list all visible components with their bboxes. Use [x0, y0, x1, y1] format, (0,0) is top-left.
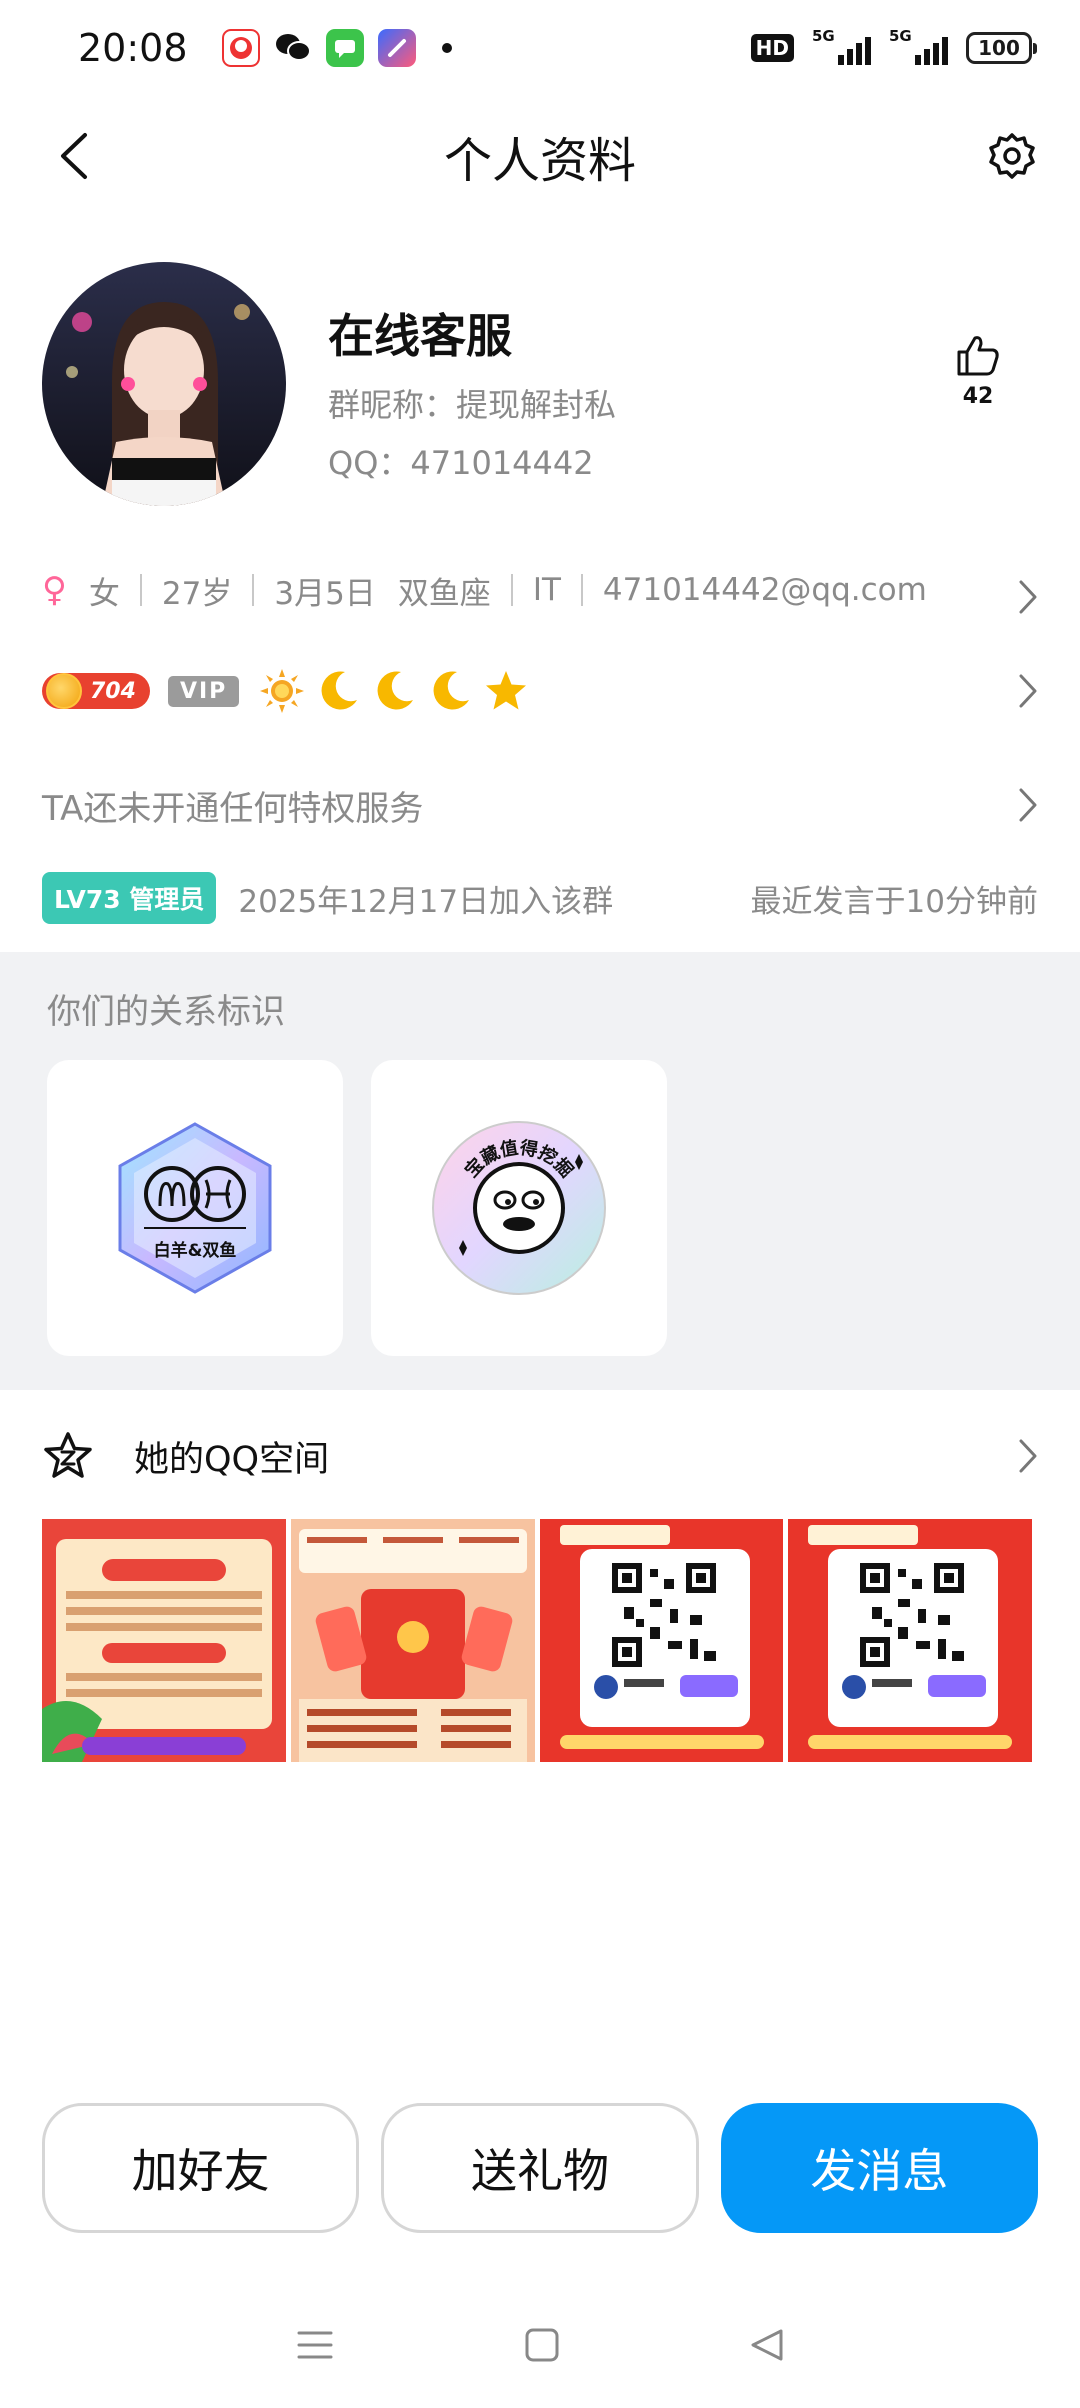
group-level-tag: LV73 管理员: [42, 872, 217, 924]
zodiac-pair-badge-icon: 白羊&双鱼: [118, 1122, 272, 1294]
relationship-section: 你们的关系标识 白羊&双鱼 宝藏值得挖掘: [0, 952, 1080, 1390]
like-button[interactable]: 42: [918, 332, 1038, 409]
basic-info-row[interactable]: ♀ 女 27岁 3月5日 双鱼座 IT 471014442@qq.com: [42, 555, 1038, 625]
vip-badge: VIP: [167, 675, 240, 707]
qzone-photo[interactable]: [539, 1519, 784, 1762]
status-time: 20:08: [78, 26, 188, 70]
treasure-smiley-badge-icon: 宝藏值得挖掘: [432, 1121, 606, 1295]
app-icon: [377, 29, 416, 67]
divider: [139, 574, 142, 606]
chevron-right-icon: [1019, 580, 1037, 614]
qzone-photo[interactable]: [42, 1519, 286, 1762]
battery-icon: 100: [966, 32, 1037, 64]
avatar[interactable]: [42, 262, 286, 506]
app-notification-icon: [221, 29, 260, 67]
qzone-title: 她的QQ空间: [134, 1439, 330, 1480]
relationship-title: 你们的关系标识: [47, 992, 285, 1032]
qzone-star-icon: [44, 1432, 92, 1478]
back-nav-icon[interactable]: [749, 2327, 785, 2363]
back-arrow-icon: [61, 133, 87, 179]
birthday-text: 3月5日: [274, 575, 376, 612]
nickname: 在线客服: [328, 309, 512, 363]
status-notification-icons: [221, 29, 452, 67]
qq-level-badge: 704: [42, 673, 150, 709]
industry-text: IT: [532, 572, 561, 608]
age-text: 27岁: [161, 575, 233, 612]
qq-number[interactable]: QQ：471014442: [328, 438, 616, 484]
menu-icon[interactable]: [295, 2327, 335, 2363]
svg-text:白羊&双鱼: 白羊&双鱼: [154, 1240, 237, 1261]
qzone-photo-strip: [42, 1519, 1032, 1762]
bottom-actions: 加好友 送礼物 发消息: [42, 2103, 1039, 2233]
system-nav-bar: [0, 2300, 1080, 2390]
level-badges-row[interactable]: 704 VIP: [42, 660, 1038, 722]
divider: [580, 574, 583, 606]
gender-text: 女: [88, 575, 120, 612]
gear-icon: [989, 133, 1035, 179]
divider: [510, 574, 513, 606]
back-button[interactable]: [42, 124, 106, 188]
privilege-text: TA还未开通任何特权服务: [42, 788, 424, 829]
relationship-card-zodiac[interactable]: 白羊&双鱼: [47, 1060, 343, 1356]
page-title: 个人资料: [443, 133, 636, 189]
name-block: 在线客服 群昵称：提现解封私 QQ：471014442: [328, 300, 616, 484]
chevron-right-icon: [1019, 674, 1037, 708]
level-number: 704: [90, 678, 136, 704]
female-icon: ♀: [42, 570, 67, 610]
status-indicators: HD 5G 5G 100: [750, 27, 1037, 65]
wechat-icon: [274, 29, 312, 67]
more-notifications-dot: [441, 43, 452, 53]
home-icon[interactable]: [524, 2327, 560, 2363]
qzone-photo[interactable]: [788, 1519, 1032, 1762]
qzone-row[interactable]: 她的QQ空间: [42, 1420, 1038, 1492]
hd-badge: HD: [750, 34, 794, 62]
messages-icon: [325, 29, 364, 67]
status-bar: 20:08 HD 5G 5G 100: [0, 0, 1080, 96]
level-coin-icon: [46, 673, 82, 709]
title-bar: 个人资料: [0, 96, 1080, 216]
thumbs-up-icon: [957, 336, 999, 376]
zodiac-text: 双鱼座: [397, 575, 491, 612]
divider: [252, 574, 255, 606]
recent-activity-text: 最近发言于10分钟前: [750, 883, 1038, 920]
moon-icon: [321, 671, 358, 710]
moon-icon: [433, 671, 470, 710]
moon-icon: [377, 671, 414, 710]
level-icons: [259, 668, 529, 714]
group-info-row: LV73 管理员 2025年12月17日加入该群 最近发言于10分钟前: [42, 870, 1038, 926]
qzone-photo[interactable]: [290, 1519, 535, 1762]
sun-icon: [260, 669, 305, 713]
chevron-right-icon: [1019, 788, 1037, 822]
relationship-card-treasure[interactable]: 宝藏值得挖掘: [371, 1060, 667, 1356]
add-friend-button[interactable]: 加好友: [42, 2103, 360, 2233]
privilege-row[interactable]: TA还未开通任何特权服务: [42, 770, 1038, 840]
chevron-right-icon: [1019, 1439, 1037, 1473]
email-text: 471014442@qq.com: [602, 572, 927, 608]
star-icon: [486, 671, 527, 710]
settings-button[interactable]: [980, 124, 1044, 188]
send-gift-button[interactable]: 送礼物: [381, 2103, 699, 2233]
join-date-text: 2025年12月17日加入该群: [238, 883, 614, 920]
send-message-button[interactable]: 发消息: [720, 2103, 1039, 2233]
group-nickname: 群昵称：提现解封私: [328, 386, 617, 424]
profile-header: 在线客服 群昵称：提现解封私 QQ：471014442 42: [42, 262, 1038, 507]
like-count: 42: [962, 384, 994, 409]
signal-5g-icon-1: 5G: [812, 27, 871, 65]
signal-5g-icon-2: 5G: [889, 27, 948, 65]
